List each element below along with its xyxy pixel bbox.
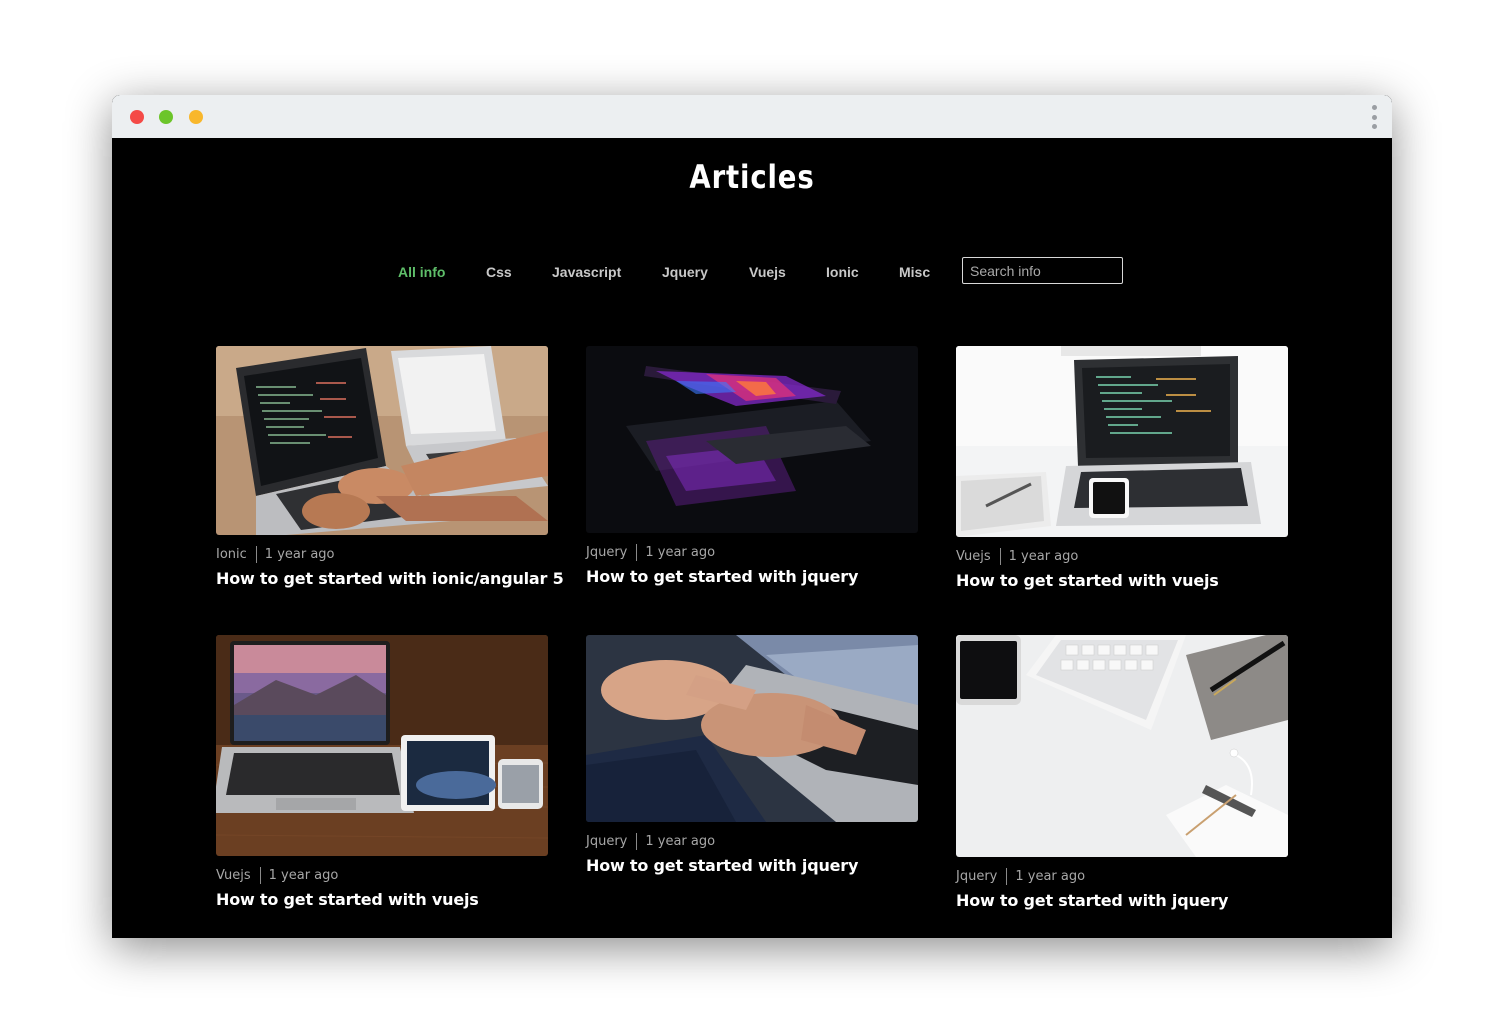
article-category: Jquery [956, 869, 998, 884]
article-date: 1 year ago [1008, 549, 1079, 564]
article-date: 1 year ago [268, 868, 339, 883]
filter-css[interactable]: Css [486, 264, 512, 280]
article-meta: Vuejs 1 year ago [216, 867, 548, 884]
divider [1006, 868, 1008, 885]
article-meta: Jquery 1 year ago [956, 868, 1288, 885]
article-thumbnail-hands-typing[interactable] [586, 635, 918, 822]
article-meta: Vuejs 1 year ago [956, 548, 1288, 565]
article-date: 1 year ago [645, 545, 716, 560]
article-category: Ionic [216, 547, 247, 562]
filter-misc[interactable]: Misc [899, 264, 930, 280]
divider [259, 867, 261, 884]
search-input[interactable] [962, 257, 1123, 284]
filter-jquery[interactable]: Jquery [662, 264, 708, 280]
article-category: Jquery [586, 545, 628, 560]
filter-all-info[interactable]: All info [398, 264, 445, 280]
filter-javascript[interactable]: Javascript [552, 264, 621, 280]
article-title[interactable]: How to get started with jquery [586, 856, 918, 875]
article-category: Vuejs [216, 868, 251, 883]
article-title[interactable]: How to get started with jquery [956, 891, 1288, 910]
article-card[interactable]: Ionic 1 year ago How to get started with… [216, 346, 564, 588]
article-thumbnail-dark-laptop[interactable] [586, 346, 918, 533]
page-title: Articles [689, 158, 815, 196]
article-thumbnail-laptops-coding[interactable] [216, 346, 548, 535]
browser-window: Articles All info Css Javascript Jquery … [112, 95, 1392, 938]
divider [999, 548, 1001, 565]
minimize-window-button[interactable] [159, 110, 173, 124]
article-thumbnail-white-desk-laptop[interactable] [956, 346, 1288, 537]
filter-vuejs[interactable]: Vuejs [749, 264, 786, 280]
maximize-window-button[interactable] [189, 110, 203, 124]
divider [255, 546, 257, 563]
article-thumbnail-white-desk-keyboard[interactable] [956, 635, 1288, 857]
article-meta: Ionic 1 year ago [216, 546, 548, 563]
article-date: 1 year ago [264, 547, 335, 562]
article-title[interactable]: How to get started with vuejs [956, 571, 1288, 590]
article-category: Jquery [586, 834, 628, 849]
article-date: 1 year ago [645, 834, 716, 849]
article-meta: Jquery 1 year ago [586, 833, 918, 850]
article-card[interactable]: Jquery 1 year ago How to get started wit… [586, 346, 918, 586]
divider [636, 833, 638, 850]
kebab-menu-icon[interactable] [1370, 105, 1378, 129]
page-content: Articles All info Css Javascript Jquery … [112, 138, 1392, 938]
article-card[interactable]: Jquery 1 year ago How to get started wit… [956, 635, 1288, 910]
article-card[interactable]: Vuejs 1 year ago How to get started with… [956, 346, 1288, 590]
article-thumbnail-laptop-tablet-phone[interactable] [216, 635, 548, 856]
article-meta: Jquery 1 year ago [586, 544, 918, 561]
article-title[interactable]: How to get started with vuejs [216, 890, 548, 909]
filter-bar: All info Css Javascript Jquery Vuejs Ion… [112, 255, 1392, 289]
divider [636, 544, 638, 561]
article-title[interactable]: How to get started with jquery [586, 567, 918, 586]
article-date: 1 year ago [1015, 869, 1086, 884]
window-titlebar [112, 95, 1392, 138]
close-window-button[interactable] [130, 110, 144, 124]
article-card[interactable]: Vuejs 1 year ago How to get started with… [216, 635, 548, 909]
article-card[interactable]: Jquery 1 year ago How to get started wit… [586, 635, 918, 875]
article-title[interactable]: How to get started with ionic/angular 5 [216, 569, 564, 588]
filter-ionic[interactable]: Ionic [826, 264, 859, 280]
article-category: Vuejs [956, 549, 991, 564]
